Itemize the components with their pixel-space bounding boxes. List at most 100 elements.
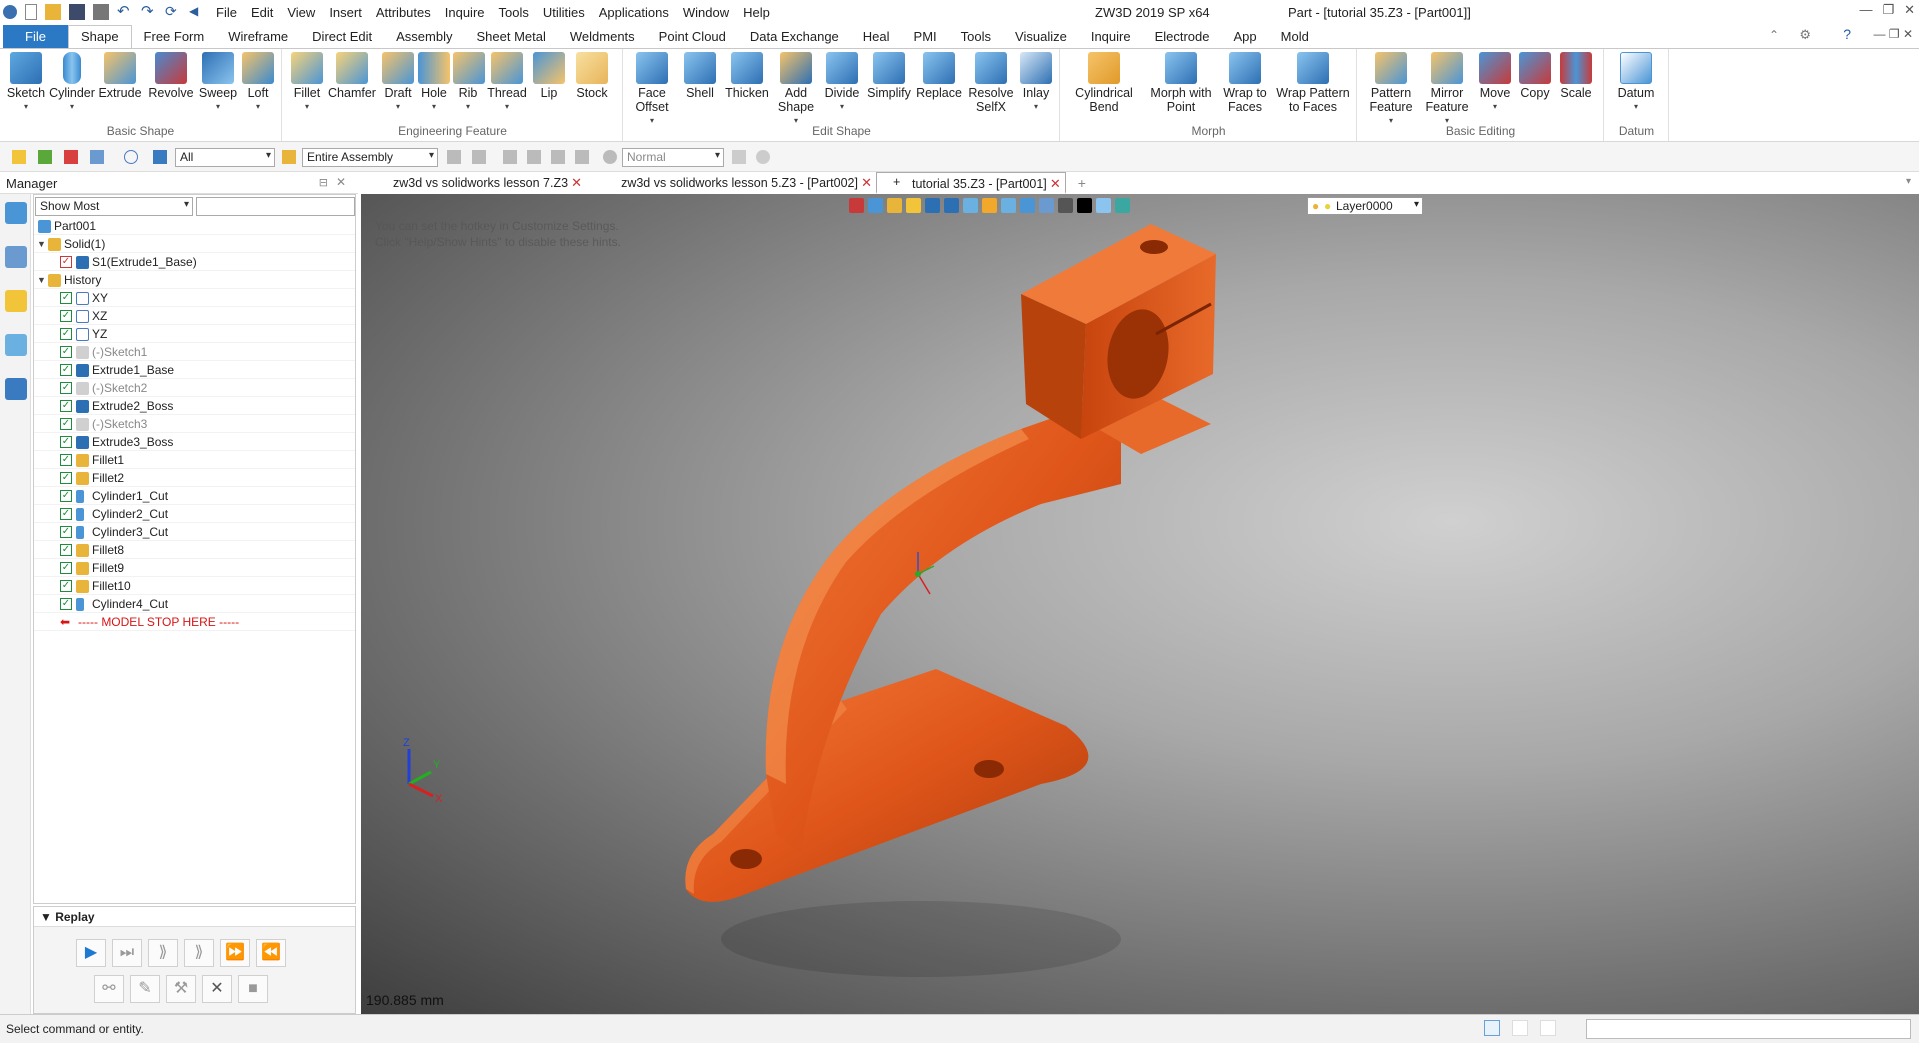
save-icon[interactable] bbox=[69, 4, 85, 20]
suppress-icon[interactable]: ■ bbox=[238, 975, 268, 1003]
pick-gear-icon[interactable] bbox=[603, 150, 617, 164]
rib-button[interactable]: Rib ▾ bbox=[453, 52, 485, 114]
visibility-checkbox[interactable]: ✓ bbox=[60, 508, 72, 520]
history-manager-icon[interactable] bbox=[5, 202, 27, 224]
menu-attributes[interactable]: Attributes bbox=[369, 5, 438, 20]
tab-app[interactable]: App bbox=[1222, 26, 1269, 48]
visibility-checkbox[interactable]: ✓ bbox=[60, 436, 72, 448]
tab-wireframe[interactable]: Wireframe bbox=[216, 26, 300, 48]
sketch-button[interactable]: Sketch ▾ bbox=[6, 52, 46, 114]
menu-tools[interactable]: Tools bbox=[492, 5, 536, 20]
tree-item[interactable]: ✓ Extrude3_Boss bbox=[34, 433, 355, 451]
visibility-checkbox[interactable]: ✓ bbox=[60, 328, 72, 340]
copy-button[interactable]: Copy bbox=[1516, 52, 1554, 100]
step-next-icon[interactable]: ⏭ bbox=[112, 939, 142, 967]
restore-icon[interactable]: ❐ bbox=[1882, 2, 1894, 18]
menu-applications[interactable]: Applications bbox=[592, 5, 676, 20]
fillet-button[interactable]: Fillet ▾ bbox=[289, 52, 325, 114]
cylinder-button[interactable]: Cylinder ▾ bbox=[48, 52, 96, 114]
command-input[interactable] bbox=[1586, 1019, 1911, 1039]
menu-edit[interactable]: Edit bbox=[244, 5, 280, 20]
tree-item[interactable]: ✓ Fillet2 bbox=[34, 469, 355, 487]
options-icon[interactable] bbox=[756, 150, 770, 164]
tree-item[interactable]: ✓ Cylinder4_Cut bbox=[34, 595, 355, 613]
tab-point-cloud[interactable]: Point Cloud bbox=[647, 26, 738, 48]
close-icon[interactable]: ✕ bbox=[1904, 2, 1915, 18]
align-icon[interactable] bbox=[472, 150, 486, 164]
tree-search-input[interactable] bbox=[196, 197, 355, 216]
visibility-checkbox[interactable]: ✓ bbox=[60, 346, 72, 358]
refresh-icon[interactable]: ⟳ bbox=[165, 4, 181, 20]
tree-solid-folder[interactable]: ▼ Solid(1) bbox=[34, 235, 355, 253]
tab-sheet-metal[interactable]: Sheet Metal bbox=[465, 26, 558, 48]
show-filter-combo[interactable]: Show Most bbox=[35, 197, 193, 216]
tab-file[interactable]: File bbox=[3, 25, 68, 48]
shell-button[interactable]: Shell bbox=[682, 52, 718, 100]
snap-icon[interactable] bbox=[447, 150, 461, 164]
link-icon[interactable]: ⚯ bbox=[94, 975, 124, 1003]
menu-insert[interactable]: Insert bbox=[322, 5, 369, 20]
cursor-icon[interactable] bbox=[732, 150, 746, 164]
tree-history-folder[interactable]: ▼ History bbox=[34, 271, 355, 289]
redo-icon[interactable]: ↷ bbox=[141, 4, 157, 20]
tree-item[interactable]: ✓ (-)Sketch3 bbox=[34, 415, 355, 433]
tool-icon[interactable]: ⚒ bbox=[166, 975, 196, 1003]
collapse-icon[interactable]: ▼ bbox=[37, 271, 47, 289]
visibility-checkbox[interactable]: ✓ bbox=[60, 454, 72, 466]
new-file-icon[interactable] bbox=[25, 4, 37, 20]
move-button[interactable]: Move ▾ bbox=[1476, 52, 1514, 114]
cylindrical-bend-button[interactable]: Cylindrical Bend bbox=[1069, 52, 1139, 114]
revolve-button[interactable]: Revolve bbox=[148, 52, 194, 100]
rewind-icon[interactable]: ⏪ bbox=[256, 939, 286, 967]
tab-free-form[interactable]: Free Form bbox=[132, 26, 217, 48]
visibility-checkbox[interactable]: ✓ bbox=[60, 472, 72, 484]
edit-pencil-icon[interactable]: ✎ bbox=[130, 975, 160, 1003]
wrap-to-faces-button[interactable]: Wrap to Faces bbox=[1221, 52, 1269, 114]
tree-item[interactable]: ✓ Fillet9 bbox=[34, 559, 355, 577]
close-panel-icon[interactable]: ✕ bbox=[336, 175, 346, 189]
tab-mold[interactable]: Mold bbox=[1269, 26, 1321, 48]
scope-icon[interactable] bbox=[282, 150, 296, 164]
collapse-ribbon-icon[interactable]: ⌃ bbox=[1769, 28, 1779, 42]
play-icon[interactable]: ▶ bbox=[76, 939, 106, 967]
inlay-button[interactable]: Inlay ▾ bbox=[1020, 52, 1052, 114]
mode-combo[interactable]: Normal bbox=[622, 148, 724, 167]
tab-direct-edit[interactable]: Direct Edit bbox=[300, 26, 384, 48]
back-arrow-icon[interactable]: ◀ bbox=[189, 4, 205, 20]
visibility-checkbox[interactable]: ✓ bbox=[60, 364, 72, 376]
remove-select-icon[interactable] bbox=[64, 150, 78, 164]
tab-visualize[interactable]: Visualize bbox=[1003, 26, 1079, 48]
pattern-feature-button[interactable]: Pattern Feature ▾ bbox=[1364, 52, 1418, 128]
extrude-button[interactable]: Extrude bbox=[98, 52, 142, 100]
doc-tab-lesson5[interactable]: zw3d vs solidworks lesson 5.Z3 - [Part00… bbox=[586, 172, 876, 194]
layout-icon[interactable] bbox=[527, 150, 541, 164]
tree-item[interactable]: ✓ Cylinder1_Cut bbox=[34, 487, 355, 505]
select-pointer-icon[interactable] bbox=[12, 150, 26, 164]
tree-item[interactable]: ✓ Extrude1_Base bbox=[34, 361, 355, 379]
close-tab-icon[interactable]: ✕ bbox=[861, 175, 872, 191]
status-view-icon[interactable] bbox=[1484, 1020, 1500, 1036]
replay-header[interactable]: ▼ Replay bbox=[34, 907, 355, 927]
undo-icon[interactable]: ↶ bbox=[117, 4, 133, 20]
tab-assembly[interactable]: Assembly bbox=[384, 26, 464, 48]
morph-with-point-button[interactable]: Morph with Point bbox=[1145, 52, 1217, 114]
open-folder-icon[interactable] bbox=[45, 4, 61, 20]
tree-solid-item[interactable]: ✓ S1(Extrude1_Base) bbox=[34, 253, 355, 271]
doc-tab-lesson7[interactable]: zw3d vs solidworks lesson 7.Z3 ✕ bbox=[358, 172, 586, 194]
scope-combo[interactable]: Entire Assembly bbox=[302, 148, 438, 167]
loft-button[interactable]: Loft ▾ bbox=[240, 52, 276, 114]
replace-button[interactable]: Replace bbox=[916, 52, 962, 100]
replay-to-end-icon[interactable]: ⟫ bbox=[184, 939, 214, 967]
tab-list-icon[interactable]: ▾ bbox=[1906, 176, 1911, 187]
visibility-checkbox[interactable]: ✓ bbox=[60, 580, 72, 592]
visibility-checkbox[interactable]: ✓ bbox=[60, 310, 72, 322]
tree-item[interactable]: ✓ Cylinder2_Cut bbox=[34, 505, 355, 523]
window-controls-icon[interactable]: — ❐ ✕ bbox=[1874, 27, 1913, 41]
menu-file[interactable]: File bbox=[209, 5, 244, 20]
tab-heal[interactable]: Heal bbox=[851, 26, 902, 48]
close-tab-icon[interactable]: ✕ bbox=[1050, 176, 1061, 192]
add-shape-button[interactable]: Add Shape ▾ bbox=[774, 52, 818, 128]
simplify-button[interactable]: Simplify bbox=[866, 52, 912, 100]
tree-item[interactable]: ✓ (-)Sketch1 bbox=[34, 343, 355, 361]
menu-inquire[interactable]: Inquire bbox=[438, 5, 492, 20]
